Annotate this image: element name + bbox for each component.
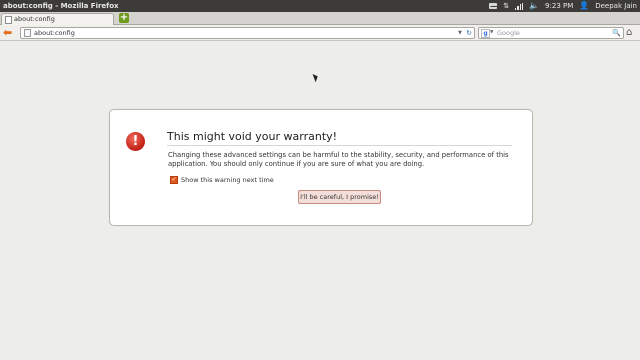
plus-icon: +: [119, 12, 129, 23]
checkbox-label[interactable]: Show this warning next time: [181, 176, 274, 184]
url-dropdown-icon[interactable]: ▼: [458, 28, 462, 38]
warning-icon: !: [126, 132, 145, 151]
url-text[interactable]: about:config: [34, 28, 75, 38]
page-icon: [5, 16, 12, 24]
home-icon: ⌂: [626, 27, 633, 38]
mouse-cursor: [312, 72, 320, 83]
search-engine-dropdown-icon[interactable]: ▼: [490, 28, 493, 38]
reload-icon[interactable]: ↻: [466, 28, 472, 38]
site-identity-icon[interactable]: [24, 29, 31, 37]
back-arrow-icon: ⬅: [3, 26, 13, 39]
clock[interactable]: 9:23 PM: [545, 0, 573, 12]
user-name[interactable]: Deepak Jain: [595, 0, 637, 12]
back-button[interactable]: ⬅: [3, 27, 15, 38]
tab-about-config[interactable]: about:config: [1, 13, 114, 25]
magnifier-icon[interactable]: 🔍: [612, 28, 621, 38]
promise-button[interactable]: I'll be careful, I promise!: [298, 190, 381, 204]
mail-icon[interactable]: [489, 3, 498, 9]
warning-message: Changing these advanced settings can be …: [168, 151, 509, 168]
tab-label: about:config: [14, 15, 55, 23]
show-warning-checkbox[interactable]: ✓ Show this warning next time: [170, 176, 274, 184]
navigation-bar: ⬅ about:config ▼ ↻ g ▼ Google 🔍 ⌂: [0, 25, 640, 41]
tab-strip: about:config +: [0, 12, 640, 25]
signal-icon[interactable]: [515, 2, 524, 10]
url-bar[interactable]: about:config ▼ ↻: [20, 27, 475, 39]
checkbox-checked-icon[interactable]: ✓: [170, 176, 178, 184]
warning-title: This might void your warranty!: [167, 129, 512, 146]
volume-icon[interactable]: 🔈: [529, 0, 539, 12]
home-button[interactable]: ⌂: [626, 27, 632, 38]
warning-dialog: ! This might void your warranty! Changin…: [109, 109, 533, 226]
user-icon: 👤: [579, 1, 590, 10]
window-title: about:config - Mozilla Firefox: [3, 2, 119, 10]
top-panel: about:config - Mozilla Firefox ⇅ 🔈 9:23 …: [0, 0, 640, 12]
system-tray: ⇅ 🔈 9:23 PM 👤 Deepak Jain: [489, 0, 637, 12]
search-bar[interactable]: g ▼ Google 🔍: [478, 27, 624, 39]
new-tab-button[interactable]: +: [119, 13, 129, 23]
google-icon[interactable]: g: [481, 29, 490, 38]
search-input[interactable]: Google: [497, 28, 520, 38]
network-transfer-icon[interactable]: ⇅: [503, 0, 509, 12]
